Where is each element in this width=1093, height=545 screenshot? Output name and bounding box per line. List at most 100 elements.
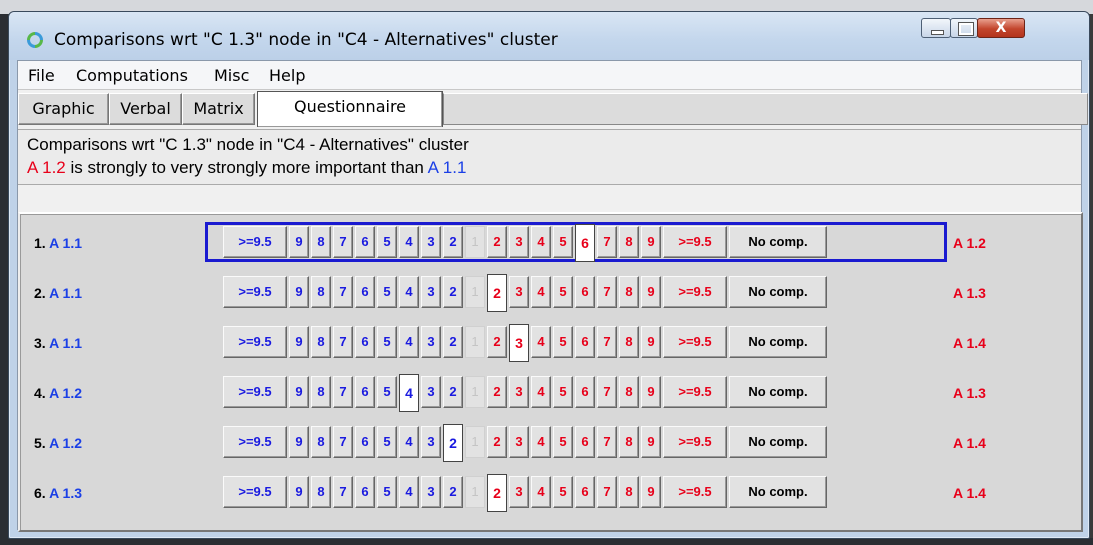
scale-button[interactable]: 5 [377,376,397,408]
close-button[interactable]: X [977,18,1025,38]
scale-button[interactable]: 2 [487,326,507,358]
scale-button[interactable]: 5 [553,326,573,358]
scale-button[interactable]: 4 [531,226,551,258]
scale-button[interactable]: 3 [421,376,441,408]
scale-button[interactable]: 4 [399,374,419,412]
scale-button[interactable]: 4 [399,476,419,508]
scale-button[interactable]: 5 [553,426,573,458]
scale-button[interactable]: 4 [399,326,419,358]
scale-button[interactable]: 3 [509,476,529,508]
scale-button[interactable]: 9 [289,376,309,408]
scale-button[interactable]: 2 [443,326,463,358]
scale-button[interactable]: 9 [641,476,661,508]
scale-button[interactable]: 6 [575,376,595,408]
scale-button[interactable]: 8 [619,376,639,408]
scale-button[interactable]: 7 [333,326,353,358]
scale-button[interactable]: 3 [509,376,529,408]
scale-button[interactable]: 4 [399,276,419,308]
scale-button[interactable]: 2 [487,474,507,512]
scale-button[interactable]: 6 [575,426,595,458]
scale-button[interactable]: 4 [531,376,551,408]
scale-button[interactable]: >=9.5 [663,226,727,258]
scale-button[interactable]: >=9.5 [223,376,287,408]
scale-button[interactable]: 6 [575,224,595,262]
scale-button[interactable]: 5 [553,226,573,258]
scale-button[interactable]: >=9.5 [223,226,287,258]
scale-button[interactable]: 4 [531,476,551,508]
scale-button[interactable]: 2 [443,476,463,508]
scale-button[interactable]: 9 [641,226,661,258]
no-comparison-button[interactable]: No comp. [729,226,827,258]
menu-computations[interactable]: Computations [76,66,188,85]
scale-button[interactable]: 2 [443,376,463,408]
scale-button[interactable]: 8 [311,226,331,258]
tab-graphic[interactable]: Graphic [18,93,109,125]
scale-button[interactable]: 8 [311,276,331,308]
scale-button[interactable]: 8 [619,476,639,508]
tab-questionnaire[interactable]: Questionnaire [257,91,443,127]
scale-button[interactable]: 1 [465,376,485,408]
scale-button[interactable]: >=9.5 [663,276,727,308]
scale-button[interactable]: 2 [487,226,507,258]
scale-button[interactable]: 8 [619,326,639,358]
scale-button[interactable]: 1 [465,326,485,358]
scale-button[interactable]: >=9.5 [223,276,287,308]
scale-button[interactable]: 3 [421,476,441,508]
scale-button[interactable]: >=9.5 [663,376,727,408]
scale-button[interactable]: 2 [443,226,463,258]
scale-button[interactable]: 7 [333,226,353,258]
scale-button[interactable]: 6 [355,226,375,258]
scale-button[interactable]: 9 [641,376,661,408]
no-comparison-button[interactable]: No comp. [729,326,827,358]
scale-button[interactable]: 6 [355,476,375,508]
scale-button[interactable]: 7 [597,426,617,458]
scale-button[interactable]: >=9.5 [223,476,287,508]
scale-button[interactable]: 2 [443,276,463,308]
tab-verbal[interactable]: Verbal [109,93,182,125]
scale-button[interactable]: 4 [531,326,551,358]
scale-button[interactable]: 3 [421,276,441,308]
scale-button[interactable]: 4 [399,426,419,458]
scale-button[interactable]: 9 [641,326,661,358]
scale-button[interactable]: 4 [399,226,419,258]
tab-matrix[interactable]: Matrix [182,93,255,125]
scale-button[interactable]: >=9.5 [663,426,727,458]
scale-button[interactable]: 7 [333,476,353,508]
scale-button[interactable]: 5 [377,326,397,358]
scale-button[interactable]: 9 [289,426,309,458]
scale-button[interactable]: 3 [509,426,529,458]
scale-button[interactable]: 1 [465,426,485,458]
menu-help[interactable]: Help [269,66,305,85]
scale-button[interactable]: >=9.5 [223,326,287,358]
scale-button[interactable]: 3 [421,426,441,458]
scale-button[interactable]: 9 [289,476,309,508]
scale-button[interactable]: 8 [619,276,639,308]
no-comparison-button[interactable]: No comp. [729,476,827,508]
scale-button[interactable]: 3 [509,226,529,258]
scale-button[interactable]: 6 [575,326,595,358]
scale-button[interactable]: 3 [509,324,529,362]
scale-button[interactable]: >=9.5 [223,426,287,458]
scale-button[interactable]: 6 [355,326,375,358]
maximize-button[interactable] [950,18,978,38]
scale-button[interactable]: 5 [377,276,397,308]
scale-button[interactable]: 4 [531,426,551,458]
scale-button[interactable]: 8 [311,426,331,458]
scale-button[interactable]: 8 [619,426,639,458]
scale-button[interactable]: 2 [487,376,507,408]
scale-button[interactable]: 6 [355,376,375,408]
scale-button[interactable]: 2 [443,424,463,462]
scale-button[interactable]: 9 [641,276,661,308]
scale-button[interactable]: 7 [597,276,617,308]
scale-button[interactable]: >=9.5 [663,326,727,358]
scale-button[interactable]: 7 [597,326,617,358]
scale-button[interactable]: 6 [575,476,595,508]
scale-button[interactable]: 6 [355,426,375,458]
scale-button[interactable]: 1 [465,476,485,508]
no-comparison-button[interactable]: No comp. [729,426,827,458]
scale-button[interactable]: 6 [575,276,595,308]
scale-button[interactable]: 7 [597,376,617,408]
scale-button[interactable]: 6 [355,276,375,308]
minimize-button[interactable] [921,18,951,38]
scale-button[interactable]: 7 [597,476,617,508]
